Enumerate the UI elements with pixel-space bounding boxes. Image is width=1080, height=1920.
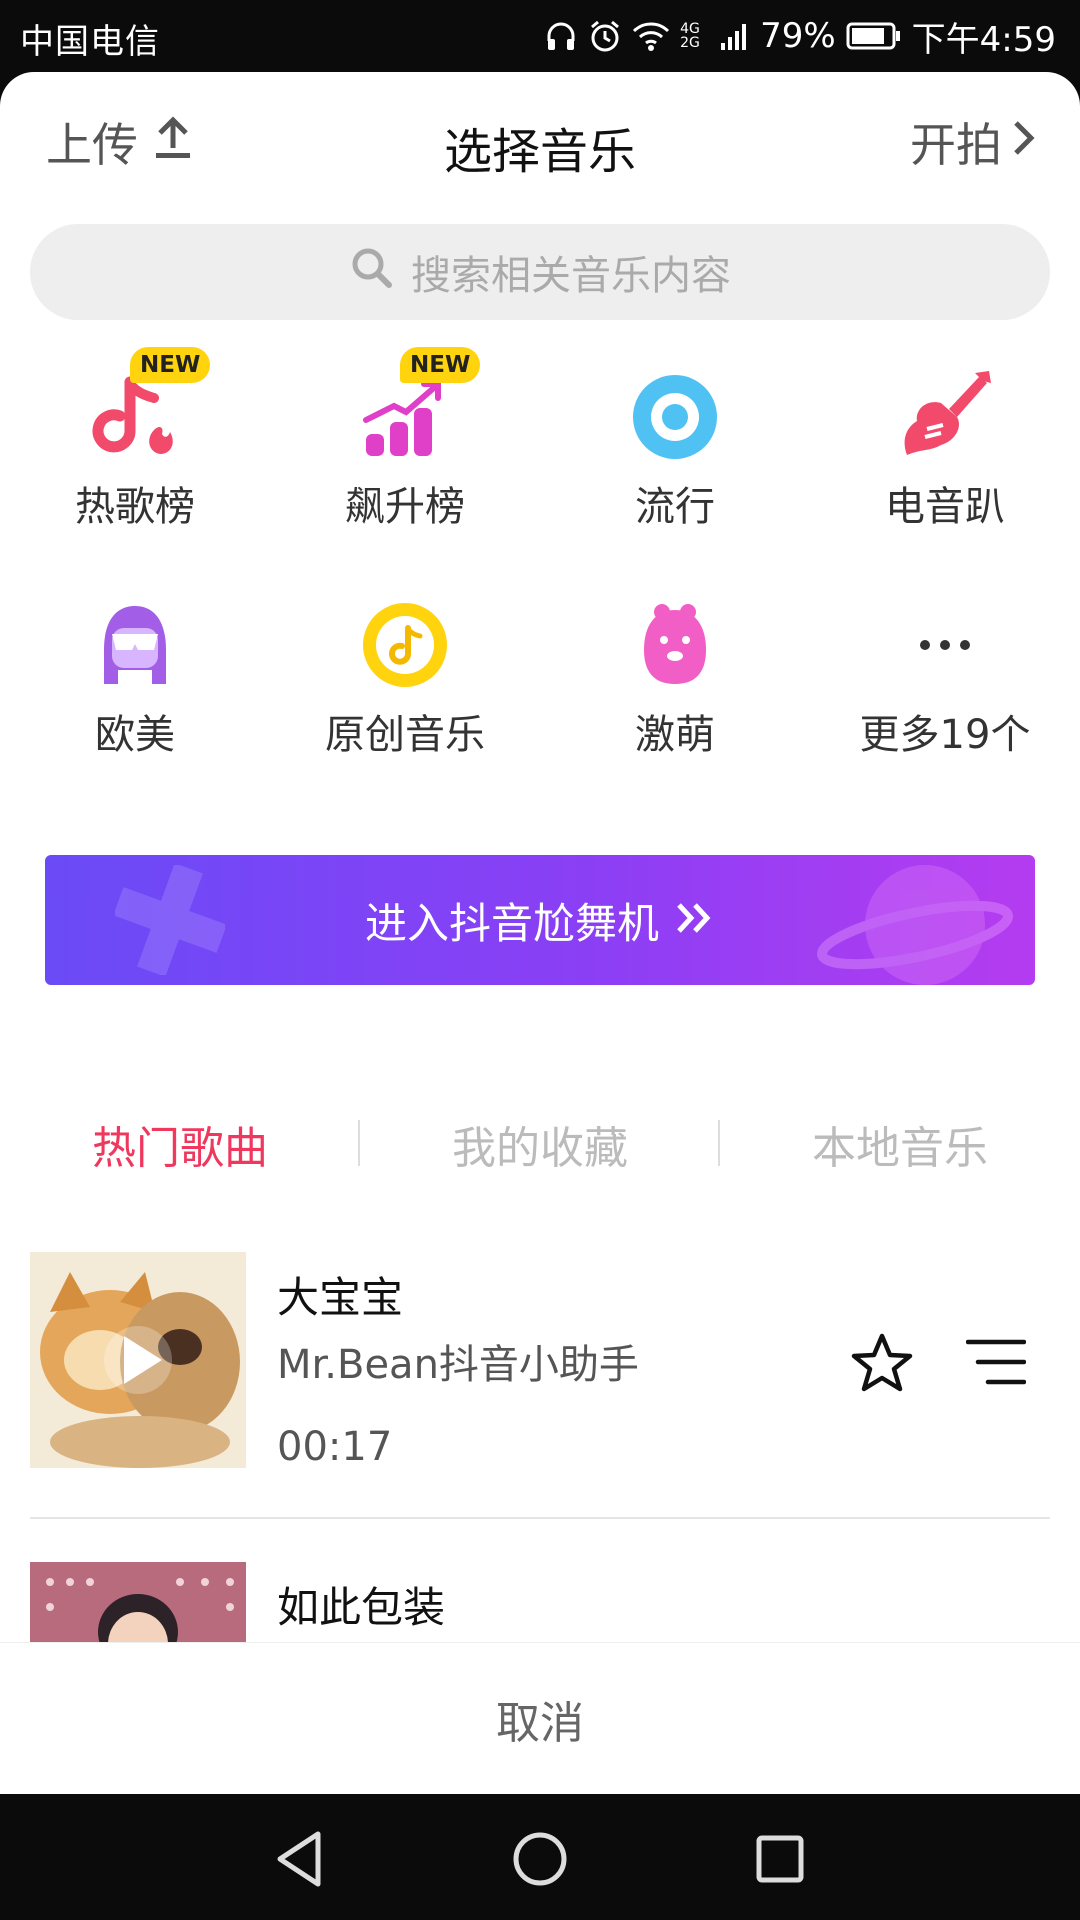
- cute-creature-icon: [625, 595, 725, 695]
- system-nav-bar: [0, 1794, 1080, 1920]
- battery-percent: 79%: [760, 16, 836, 56]
- category-label: 飙升榜: [345, 484, 465, 530]
- category-label: 原创音乐: [325, 712, 485, 758]
- alarm-icon: [588, 19, 622, 53]
- chevron-right-icon: [1010, 115, 1038, 169]
- cancel-button[interactable]: 取消: [0, 1642, 1080, 1795]
- category-edm[interactable]: 电音趴: [810, 347, 1080, 547]
- original-music-note-icon: [355, 595, 455, 695]
- song-cover[interactable]: [30, 1562, 246, 1642]
- new-badge: NEW: [400, 347, 481, 383]
- headphones-icon: [544, 19, 578, 53]
- category-hot-songs[interactable]: NEW 热歌榜: [0, 347, 270, 547]
- back-icon[interactable]: [266, 1824, 336, 1894]
- music-tabs: 热门歌曲 我的收藏 本地音乐: [0, 1112, 1080, 1192]
- category-western[interactable]: 欧美: [0, 575, 270, 775]
- song-artist: Mr.Bean抖音小助手: [277, 1342, 639, 1388]
- status-bar: 中国电信 4G 2G 79% 下午4:59: [0, 0, 1080, 72]
- category-label: 电音趴: [885, 484, 1005, 530]
- category-label: 激萌: [635, 712, 715, 758]
- planet-decoration-icon: [816, 865, 1014, 985]
- song-menu-icon[interactable]: [965, 1334, 1027, 1390]
- carrier-name: 中国电信: [20, 22, 160, 62]
- tab-local-music[interactable]: 本地音乐: [720, 1112, 1080, 1176]
- category-pop[interactable]: 流行: [540, 347, 810, 547]
- signal-icon: [720, 21, 750, 51]
- dance-machine-banner[interactable]: 进入抖音尬舞机: [45, 855, 1035, 985]
- electric-guitar-icon: [895, 367, 995, 467]
- song-row[interactable]: 如此包装: [30, 1562, 1050, 1642]
- start-label: 开拍: [910, 118, 1002, 172]
- header: 上传 选择音乐 开拍: [0, 72, 1080, 212]
- cross-decoration-icon: [115, 865, 225, 975]
- search-placeholder: 搜索相关音乐内容: [411, 253, 731, 299]
- category-label: 热歌榜: [75, 484, 195, 530]
- cancel-label: 取消: [496, 1698, 584, 1749]
- banner-label: 进入抖音尬舞机: [364, 898, 659, 948]
- category-rising[interactable]: NEW 飙升榜: [270, 347, 540, 547]
- list-divider: [30, 1517, 1050, 1519]
- category-cute[interactable]: 激萌: [540, 575, 810, 775]
- song-cover[interactable]: [30, 1252, 246, 1468]
- wifi-icon: [632, 20, 670, 52]
- new-badge: NEW: [130, 347, 211, 383]
- category-more[interactable]: 更多19个: [810, 575, 1080, 775]
- song-title: 如此包装: [277, 1583, 446, 1632]
- category-label: 流行: [635, 484, 715, 530]
- more-dots-icon: [895, 595, 995, 695]
- category-label: 欧美: [95, 712, 175, 758]
- favorite-star-icon[interactable]: [848, 1330, 916, 1398]
- tab-favorites[interactable]: 我的收藏: [360, 1112, 720, 1176]
- search-input[interactable]: 搜索相关音乐内容: [30, 224, 1050, 320]
- start-shooting-button[interactable]: 开拍: [910, 112, 1038, 172]
- search-icon: [349, 245, 393, 299]
- network-type-label: 4G 2G: [680, 21, 700, 51]
- tab-hot-songs[interactable]: 热门歌曲: [0, 1112, 360, 1176]
- double-chevron-right-icon: [675, 896, 715, 945]
- song-duration: 00:17: [277, 1424, 393, 1470]
- song-row[interactable]: 大宝宝 Mr.Bean抖音小助手 00:17: [30, 1252, 1050, 1472]
- home-icon[interactable]: [505, 1824, 575, 1894]
- music-picker-sheet: 上传 选择音乐 开拍 搜索相关音乐内容 NEW 热歌榜 NEW 飙升榜 流行 电…: [0, 72, 1080, 1642]
- song-title: 大宝宝: [277, 1273, 404, 1322]
- battery-icon: [846, 21, 902, 51]
- category-original[interactable]: 原创音乐: [270, 575, 540, 775]
- category-label: 更多19个: [859, 712, 1031, 758]
- disc-icon: [625, 367, 725, 467]
- recents-icon[interactable]: [745, 1824, 815, 1894]
- clock-time: 下午4:59: [911, 19, 1056, 60]
- western-girl-sunglasses-icon: [85, 595, 185, 695]
